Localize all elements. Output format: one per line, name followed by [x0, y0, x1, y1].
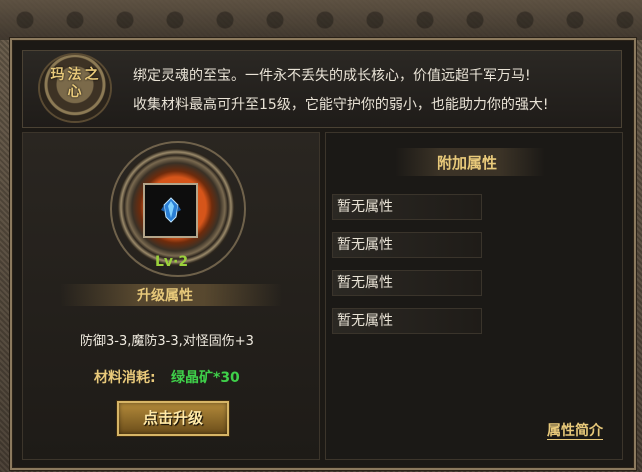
emblem-title: 玛法之心: [50, 67, 102, 100]
attribute-slot: 暂无属性: [332, 270, 482, 296]
bonus-attributes-title: 附加属性: [437, 154, 498, 172]
upgrade-stats: 防御3-3,魔防3-3,对怪固伤+3: [80, 334, 254, 349]
description-line-1: 绑定灵魂的至宝。一件永不丢失的成长核心，价值远超千军万马!: [133, 68, 531, 84]
frame-top-pattern: [0, 0, 642, 40]
item-slot[interactable]: [143, 183, 198, 238]
upgrade-button[interactable]: 点击升级: [117, 401, 229, 436]
blue-crystal-icon: [161, 197, 181, 223]
description-line-2: 收集材料最高可升至15级，它能守护你的弱小，也能助力你的强大!: [133, 97, 549, 113]
upgrade-attributes-title: 升级属性: [137, 288, 193, 304]
attribute-slot: 暂无属性: [332, 308, 482, 334]
material-cost-label: 材料消耗:: [94, 370, 156, 386]
attribute-slot: 暂无属性: [332, 194, 482, 220]
item-level: Lv·2: [155, 254, 189, 270]
description-header: [22, 50, 622, 128]
material-cost-value: 绿晶矿*30: [171, 370, 240, 386]
attribute-intro-link[interactable]: 属性简介: [547, 423, 603, 440]
attribute-slot: 暂无属性: [332, 232, 482, 258]
bonus-attributes-panel: [325, 132, 623, 460]
